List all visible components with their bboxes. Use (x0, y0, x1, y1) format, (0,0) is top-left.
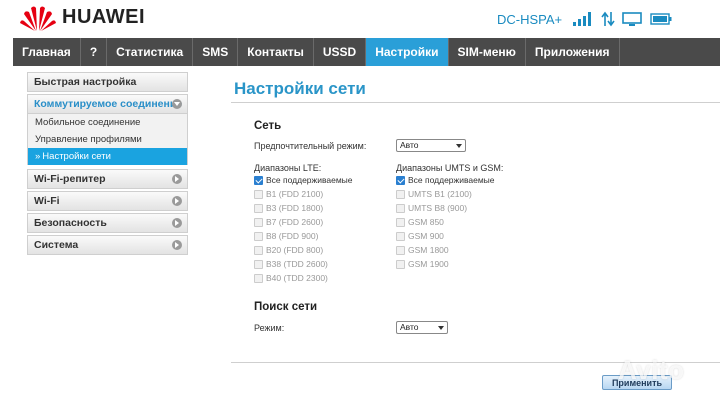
main-nav: Главная ? Статистика SMS Контакты USSD Н… (13, 38, 720, 66)
checkbox-icon (254, 259, 263, 269)
checkbox-icon (396, 189, 405, 199)
nav-settings[interactable]: Настройки (366, 38, 449, 66)
checkbox-label: UMTS B8 (900) (408, 203, 468, 213)
gsm-1900-checkbox[interactable]: GSM 1900 (396, 259, 449, 269)
divider (231, 102, 720, 103)
checkbox-icon (396, 245, 405, 255)
checkbox-label: B40 (TDD 2300) (266, 273, 328, 283)
checkbox-label: B20 (FDD 800) (266, 245, 324, 255)
chevron-down-icon (172, 99, 182, 109)
sidebar-submenu: Мобильное соединение Управление профилям… (27, 114, 188, 165)
avito-watermark: Avito (618, 355, 685, 385)
sidebar-item-label: Wi-Fi-репитер (34, 173, 106, 185)
sidebar-item-wifi-repeater[interactable]: Wi-Fi-репитер (27, 169, 188, 189)
nav-help[interactable]: ? (81, 38, 108, 66)
checkbox-label: Все поддерживаемые (266, 175, 353, 185)
sidebar-item-security[interactable]: Безопасность (27, 213, 188, 233)
huawei-logo-icon (20, 6, 56, 32)
page-title: Настройки сети (234, 79, 366, 98)
nav-applications[interactable]: Приложения (526, 38, 620, 66)
checkbox-icon (254, 203, 263, 213)
network-search-section-title: Поиск сети (254, 301, 318, 313)
sidebar-subitem-network-settings[interactable]: Настройки сети (28, 148, 187, 165)
checkbox-icon (254, 273, 263, 283)
umts-gsm-bands-label: Диапазоны UMTS и GSM: (396, 163, 504, 173)
sidebar-item-wifi[interactable]: Wi-Fi (27, 191, 188, 211)
gsm-850-checkbox[interactable]: GSM 850 (396, 217, 444, 227)
lte-band-b20-checkbox[interactable]: B20 (FDD 800) (254, 245, 323, 255)
checkbox-checked-icon (254, 175, 263, 185)
checkbox-label: B1 (FDD 2100) (266, 189, 324, 199)
chevron-right-icon (172, 174, 182, 184)
checkbox-label: B8 (FDD 900) (266, 231, 319, 241)
sidebar-item-label: Система (34, 239, 79, 251)
checkbox-label: B7 (FDD 2600) (266, 217, 324, 227)
umts-b1-checkbox[interactable]: UMTS B1 (2100) (396, 189, 472, 199)
nav-contacts[interactable]: Контакты (238, 38, 314, 66)
checkbox-label: GSM 900 (408, 231, 444, 241)
checkbox-icon (254, 245, 263, 255)
header: HUAWEI DC-HSPA+ (0, 0, 720, 38)
checkbox-label: B3 (FDD 1800) (266, 203, 324, 213)
connection-monitor-icon (622, 12, 642, 26)
checkbox-icon (254, 231, 263, 241)
chevron-right-icon (172, 218, 182, 228)
checkbox-label: Все поддерживаемые (408, 175, 495, 185)
lte-band-all-checkbox[interactable]: Все поддерживаемые (254, 175, 353, 185)
sidebar-item-label: Быстрая настройка (34, 76, 137, 88)
sidebar-item-dialup[interactable]: Коммутируемое соединение (27, 94, 188, 114)
lte-band-b7-checkbox[interactable]: B7 (FDD 2600) (254, 217, 323, 227)
checkbox-icon (254, 217, 263, 227)
sidebar-item-system[interactable]: Система (27, 235, 188, 255)
data-transfer-icon (601, 11, 615, 27)
preferred-mode-label: Предпочтительный режим: (254, 141, 367, 151)
nav-statistics[interactable]: Статистика (107, 38, 194, 66)
lte-band-b8-checkbox[interactable]: B8 (FDD 900) (254, 231, 318, 241)
gsm-1800-checkbox[interactable]: GSM 1800 (396, 245, 449, 255)
checkbox-label: GSM 850 (408, 217, 444, 227)
gsm-900-checkbox[interactable]: GSM 900 (396, 231, 444, 241)
checkbox-icon (396, 203, 405, 213)
lte-band-b40-checkbox[interactable]: B40 (TDD 2300) (254, 273, 328, 283)
signal-strength-icon (573, 12, 591, 26)
preferred-mode-select[interactable]: Авто (396, 139, 466, 152)
chevron-right-icon (172, 196, 182, 206)
lte-band-b1-checkbox[interactable]: B1 (FDD 2100) (254, 189, 323, 199)
checkbox-label: B38 (TDD 2600) (266, 259, 328, 269)
nav-ussd[interactable]: USSD (314, 38, 367, 66)
brand-name: HUAWEI (62, 6, 145, 28)
checkbox-icon (254, 189, 263, 199)
checkbox-icon (396, 259, 405, 269)
sidebar-subitem-mobile-connection[interactable]: Мобильное соединение (28, 114, 187, 131)
checkbox-icon (396, 217, 405, 227)
checkbox-icon (396, 231, 405, 241)
battery-icon (650, 13, 672, 25)
checkbox-label: UMTS B1 (2100) (408, 189, 472, 199)
lte-bands-label: Диапазоны LTE: (254, 163, 322, 173)
umts-b8-checkbox[interactable]: UMTS B8 (900) (396, 203, 467, 213)
sidebar-item-label: Wi-Fi (34, 195, 60, 207)
nav-sim-menu[interactable]: SIM-меню (449, 38, 526, 66)
checkbox-label: GSM 1900 (408, 259, 449, 269)
lte-band-b38-checkbox[interactable]: B38 (TDD 2600) (254, 259, 328, 269)
sidebar-subitem-profile-management[interactable]: Управление профилями (28, 131, 187, 148)
sidebar-item-label: Безопасность (34, 217, 107, 229)
sidebar: Быстрая настройка Коммутируемое соединен… (27, 72, 188, 257)
lte-band-b3-checkbox[interactable]: B3 (FDD 1800) (254, 203, 323, 213)
checkbox-checked-icon (396, 175, 405, 185)
nav-sms[interactable]: SMS (193, 38, 239, 66)
search-mode-label: Режим: (254, 323, 285, 333)
checkbox-label: GSM 1800 (408, 245, 449, 255)
network-section-title: Сеть (254, 120, 282, 132)
search-mode-select[interactable]: Авто (396, 321, 448, 334)
sidebar-item-label: Коммутируемое соединение (34, 98, 183, 110)
sidebar-item-quick-setup[interactable]: Быстрая настройка (27, 72, 188, 92)
chevron-right-icon (172, 240, 182, 250)
umts-gsm-band-all-checkbox[interactable]: Все поддерживаемые (396, 175, 495, 185)
network-type-indicator: DC-HSPA+ (497, 12, 563, 27)
nav-home[interactable]: Главная (13, 38, 81, 66)
